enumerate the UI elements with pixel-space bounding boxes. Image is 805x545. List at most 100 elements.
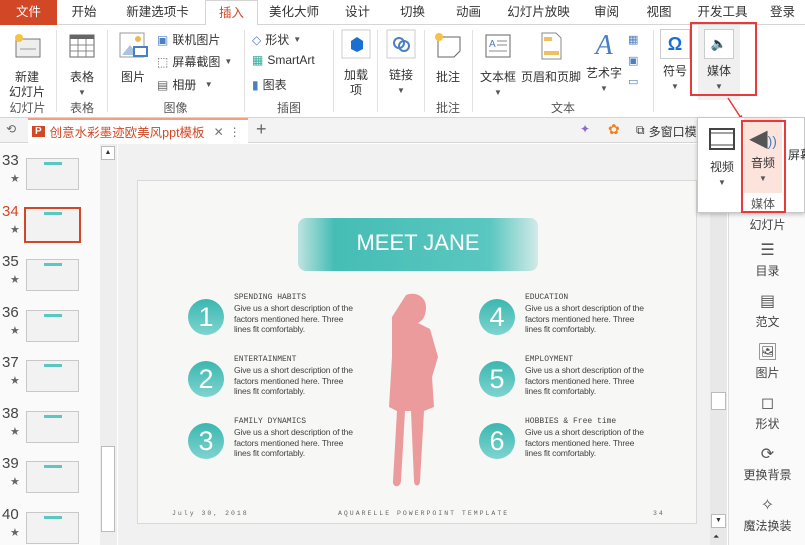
number-circle: 3 (188, 423, 224, 459)
header-footer-button[interactable]: 页眉和页脚 (519, 31, 583, 85)
symbol-button[interactable]: Ω 符号 ▼ (657, 29, 693, 94)
slide-number: 36 (2, 303, 19, 321)
group-label-comments: 批注 (435, 101, 460, 115)
comment-button[interactable]: 批注 (430, 31, 466, 85)
slide-thumbnail[interactable] (26, 259, 79, 291)
right-panel-item[interactable]: ⟳ 更换背景 (729, 444, 805, 483)
tab-12[interactable]: 登录 (760, 0, 805, 25)
screen-recording-button[interactable]: 屏幕录 (788, 148, 805, 163)
slide-thumbnail[interactable] (26, 309, 79, 342)
slide-thumbnail[interactable] (26, 158, 79, 190)
addins-icon (341, 29, 371, 59)
woman-silhouette (389, 293, 438, 487)
link-icon (386, 29, 416, 59)
number-circle: 5 (479, 361, 515, 397)
star-icon[interactable]: ★ (10, 172, 20, 185)
star-icon[interactable]: ★ (10, 425, 20, 438)
tab-2[interactable]: 新建选项卡 (110, 0, 205, 25)
footer-date: July 30, 2018 (172, 510, 249, 517)
multiwindow-button[interactable]: ⧉ 多窗口模 (636, 123, 697, 140)
list-icon: ☰ (760, 242, 775, 259)
slide-number: 38 (2, 404, 19, 422)
tab-6[interactable]: 切换 (385, 0, 440, 25)
settings-icon[interactable]: ✿ (608, 121, 620, 138)
slide-thumbnail[interactable] (26, 461, 79, 493)
right-panel-item[interactable]: ✧ 魔法换装 (729, 495, 805, 534)
tab-4[interactable]: 美化大师 (258, 0, 330, 25)
new-tab-button[interactable]: + (256, 119, 267, 140)
screenshot-button[interactable]: ⬚ 屏幕截图 ▼ (157, 53, 232, 70)
video-button[interactable]: 视频 ▼ (704, 124, 740, 190)
tab-0[interactable]: 文件 (0, 0, 57, 25)
screenshot-icon: ⬚ (157, 54, 169, 69)
slide-thumbnail[interactable] (26, 511, 79, 544)
slide-thumbnail[interactable] (24, 206, 81, 243)
tab-9[interactable]: 审阅 (580, 0, 633, 25)
slide-canvas[interactable]: MEET JANE July 30, 2018 AQUARELLE POWERP… (137, 180, 697, 524)
table-button[interactable]: 表格 ▼ (60, 31, 104, 100)
slide-thumbnail[interactable] (26, 360, 79, 392)
picture-button[interactable]: 图片 (116, 31, 150, 85)
star-icon[interactable]: ★ (10, 324, 20, 337)
star-icon[interactable]: ★ (10, 526, 20, 539)
smartart-button[interactable]: ▦ SmartArt (252, 53, 315, 67)
document-tab[interactable]: P 创意水彩墨迹欧美风ppt模板 ✕ ⋮ (28, 118, 248, 143)
date-time-number-object-icons[interactable]: ▦ ▣ ▭ (628, 30, 638, 93)
link-button[interactable]: 链接 ▼ (383, 29, 419, 98)
star-icon[interactable]: ★ (10, 223, 20, 236)
new-slide-button[interactable]: 新建 幻灯片 (4, 31, 50, 100)
history-icon[interactable]: ⟲ (6, 122, 16, 136)
star-icon[interactable]: ★ (10, 475, 20, 488)
textbox-button[interactable]: A 文本框 ▼ (478, 31, 518, 100)
slide-number: 35 (2, 253, 19, 270)
magic-icon[interactable]: ✦ (580, 122, 590, 136)
right-panel-item[interactable]: ☰ 目录 (729, 240, 805, 279)
slide-title: MEET JANE (356, 230, 480, 255)
slide-number: 37 (2, 354, 19, 371)
film-icon (709, 128, 735, 150)
smartart-icon: ▦ (252, 53, 264, 67)
shapes-button[interactable]: ◇ 形状 ▼ (252, 31, 301, 48)
comment-icon (435, 33, 461, 58)
slide-number: 33 (2, 152, 19, 169)
factor-description: Give us a short description of the facto… (525, 365, 644, 396)
header-footer-icon (541, 32, 562, 60)
right-panel-item[interactable]: ▤ 范文 (729, 291, 805, 330)
addins-button[interactable]: 加载 项 (338, 29, 374, 98)
factor-item: EDUCATION Give us a short description of … (525, 293, 645, 335)
star-icon[interactable]: ★ (10, 374, 20, 387)
right-panel-item[interactable]: ◻ 形状 (729, 393, 805, 432)
slide-thumbnail[interactable] (26, 410, 79, 443)
group-label-images: 图像 (163, 101, 188, 115)
factor-item: FAMILY DYNAMICS Give us a short descripti… (234, 417, 354, 459)
tab-1[interactable]: 开始 (58, 0, 110, 25)
number-circle: 2 (188, 361, 224, 397)
group-label-slides: 幻灯片 (9, 101, 46, 115)
right-panel-item[interactable]: 🖼 图片 (729, 342, 805, 381)
tab-7[interactable]: 动画 (440, 0, 497, 25)
slide-thumbnail-panel: 33 ★ 34 ★ 35 ★ 36 ★ 37 ★ 38 ★ 39 ★ 40 ★ (0, 144, 100, 545)
scrollbar-thumb[interactable] (101, 446, 115, 532)
document-icon: ▤ (759, 293, 776, 310)
scrollbar-thumb[interactable] (711, 392, 726, 410)
tab-8[interactable]: 幻灯片放映 (497, 0, 580, 25)
highlight-audio (741, 120, 786, 213)
footer-page-number: 34 (653, 510, 665, 517)
shapes-icon: ◇ (252, 32, 262, 47)
chart-button[interactable]: ▮ 图表 (252, 76, 287, 93)
thumbnail-scrollbar[interactable]: ▲ (100, 144, 117, 545)
online-picture-button[interactable]: ▣ 联机图片 (157, 31, 220, 48)
powerpoint-icon: P (32, 126, 45, 137)
album-icon: ▤ (157, 77, 169, 92)
image-icon: 🖼 (757, 344, 778, 361)
tab-3[interactable]: 插入 (205, 0, 258, 26)
star-icon[interactable]: ★ (10, 273, 20, 286)
tab-5[interactable]: 设计 (330, 0, 385, 25)
wordart-button[interactable]: A 艺术字 ▼ (585, 31, 623, 96)
tab-10[interactable]: 视图 (633, 0, 685, 25)
factor-item: ENTERTAINMENT Give us a short description… (234, 355, 354, 397)
close-tab-icon[interactable]: ✕ (214, 125, 224, 139)
right-panel-item[interactable]: 幻灯片 (729, 216, 805, 233)
factor-heading: ENTERTAINMENT (234, 355, 297, 364)
album-button[interactable]: ▤ 相册 ▼ (157, 76, 213, 93)
